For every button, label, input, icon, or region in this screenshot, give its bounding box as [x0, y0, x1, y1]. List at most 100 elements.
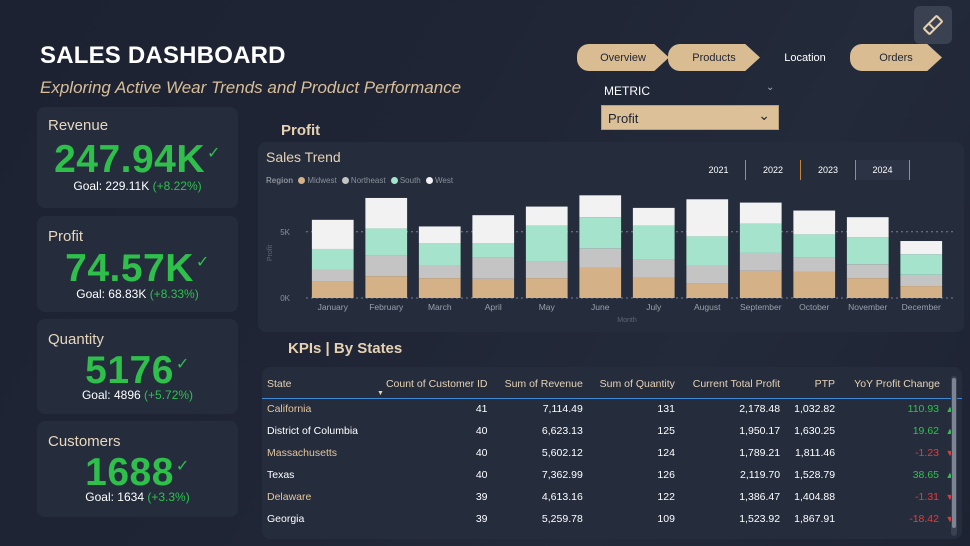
kpi-name: Quantity [48, 331, 104, 348]
bar-segment-west [846, 217, 889, 238]
state-cell: Georgia [267, 513, 305, 525]
count-cell: 41 [475, 403, 488, 416]
column-header-profit[interactable]: Current Total Profit [680, 370, 785, 398]
kpi-goal-text: Goal: 1634 [85, 490, 144, 504]
bar-segment-south [365, 228, 408, 256]
nav-overview-button[interactable]: Overview [577, 44, 669, 71]
x-tick-label: March [428, 302, 452, 312]
bar-segment-northeast [686, 265, 729, 284]
profit-cell: 1,523.92 [739, 513, 781, 525]
kpi-by-state-table: State Count of Customer ID ▼ Sum of Reve… [262, 370, 962, 530]
bar-segment-west [900, 241, 943, 255]
bar-segment-south [632, 225, 675, 260]
column-header-yoy[interactable]: YoY Profit Change [840, 370, 962, 398]
x-tick-label: June [591, 302, 610, 312]
bar-segment-midwest [579, 267, 622, 298]
yoy-value: -18.42 [909, 513, 939, 525]
check-icon: ✓ [207, 145, 221, 162]
kpi-goal: Goal: 4896 (+5.72%) [37, 388, 238, 402]
table-row[interactable]: Georgia 39 5,259.78 109 1,523.92 1,867.91 -18.… [262, 508, 962, 530]
kpi-value-text: 5176 [85, 349, 174, 392]
count-cell: 39 [475, 513, 488, 525]
check-icon: ✓ [175, 458, 190, 475]
bar-segment-northeast [632, 259, 675, 278]
x-tick-label: December [902, 302, 941, 312]
quantity-cell: 125 [657, 425, 675, 437]
eraser-icon [923, 15, 943, 35]
ptp-cell: 1,811.46 [794, 447, 836, 459]
bar-segment-west [793, 210, 836, 235]
ptp-cell: 1,528.79 [794, 469, 836, 481]
scrollbar-thumb[interactable] [952, 378, 956, 528]
x-tick-label: August [694, 302, 721, 312]
bar-segment-south [900, 254, 943, 275]
nav-location-button[interactable]: Location [759, 44, 851, 71]
yoy-cell: 38.65 ▲ [840, 464, 962, 486]
kpi-goal-pct: (+8.22%) [152, 179, 202, 193]
x-tick-label: February [369, 302, 404, 312]
bar-segment-northeast [900, 274, 943, 287]
page-subtitle: Exploring Active Wear Trends and Product… [40, 78, 462, 97]
bar-segment-midwest [472, 278, 515, 298]
table-row[interactable]: Texas 40 7,362.99 126 2,119.70 1,528.79 38.65 ▲ [262, 464, 962, 486]
column-header-count-label: Count of Customer ID [385, 377, 488, 390]
kpi-goal-text: Goal: 68.83K [76, 287, 147, 301]
count-cell: 40 [475, 469, 488, 481]
table-row[interactable]: California 41 7,114.49 131 2,178.48 1,032.82 1… [262, 398, 962, 420]
sort-desc-icon: ▼ [377, 390, 384, 397]
y-tick-label: 5K [280, 228, 290, 237]
bar-segment-northeast [472, 257, 515, 279]
column-header-quantity[interactable]: Sum of Quantity [588, 370, 680, 398]
x-tick-label: November [848, 302, 887, 312]
column-header-state[interactable]: State [262, 370, 372, 398]
yoy-cell: -1.31 ▼ [840, 486, 962, 508]
kpi-goal: Goal: 229.11K (+8.22%) [37, 179, 238, 193]
yoy-cell: 19.62 ▲ [840, 420, 962, 442]
table-row[interactable]: Massachusetts 40 5,602.12 124 1,789.21 1,811.… [262, 442, 962, 464]
kpi-by-state-table-panel: State Count of Customer ID ▼ Sum of Reve… [262, 367, 962, 539]
nav-products-button[interactable]: Products [668, 44, 760, 71]
column-header-ptp[interactable]: PTP [785, 370, 840, 398]
sales-trend-panel: Sales Trend Region Midwest Northeast Sou… [258, 142, 964, 332]
yoy-value: 110.93 [907, 403, 939, 416]
table-row[interactable]: Delaware 39 4,613.16 122 1,386.47 1,404.88 -1.… [262, 486, 962, 508]
chart-section-heading: Profit [281, 122, 321, 139]
quantity-cell: 131 [657, 403, 675, 416]
bar-segment-south [525, 225, 568, 262]
metric-dropdown[interactable]: Profit ⌄ [601, 105, 779, 130]
count-cell: 40 [475, 425, 488, 437]
table-row[interactable]: District of Columbia 40 6,623.13 125 1,950.1… [262, 420, 962, 442]
bar-segment-west [311, 219, 354, 249]
column-header-count[interactable]: Count of Customer ID ▼ [372, 370, 493, 398]
profit-cell: 2,119.70 [740, 469, 781, 481]
yoy-value: 19.62 [912, 425, 939, 437]
ptp-cell: 1,404.88 [794, 491, 836, 503]
bar-segment-midwest [311, 281, 354, 298]
kpi-goal: Goal: 68.83K (+8.33%) [37, 287, 238, 301]
clear-filters-button[interactable] [914, 6, 952, 44]
bar-segment-west [472, 215, 515, 244]
ptp-cell: 1,032.82 [794, 403, 836, 416]
bar-segment-west [418, 226, 461, 244]
kpi-value: 247.94K ✓ [37, 138, 238, 182]
table-scrollbar[interactable] [951, 376, 957, 536]
state-cell: Delaware [267, 491, 312, 503]
kpi-goal-pct: (+3.3%) [147, 490, 190, 504]
bar-segment-west [739, 202, 782, 224]
bar-segment-midwest [686, 283, 729, 298]
column-header-revenue[interactable]: Sum of Revenue [493, 370, 588, 398]
nav-orders-button[interactable]: Orders [850, 44, 942, 71]
kpi-goal-text: Goal: 4896 [81, 388, 141, 402]
bar-segment-south [739, 223, 782, 253]
kpi-card-quantity: Quantity 5176 ✓ Goal: 4896 (+5.72%) [37, 319, 238, 414]
bar-segment-northeast [525, 261, 568, 279]
quantity-cell: 124 [657, 447, 675, 459]
bar-segment-south [793, 234, 836, 258]
revenue-cell: 4,613.16 [541, 491, 583, 503]
kpi-value: 74.57K ✓ [37, 247, 238, 291]
bar-segment-south [472, 243, 515, 258]
revenue-cell: 5,259.78 [541, 513, 583, 525]
chevron-down-icon[interactable]: ⌄ [766, 82, 774, 93]
y-tick-label: 0K [280, 294, 290, 303]
bar-segment-south [418, 243, 461, 266]
